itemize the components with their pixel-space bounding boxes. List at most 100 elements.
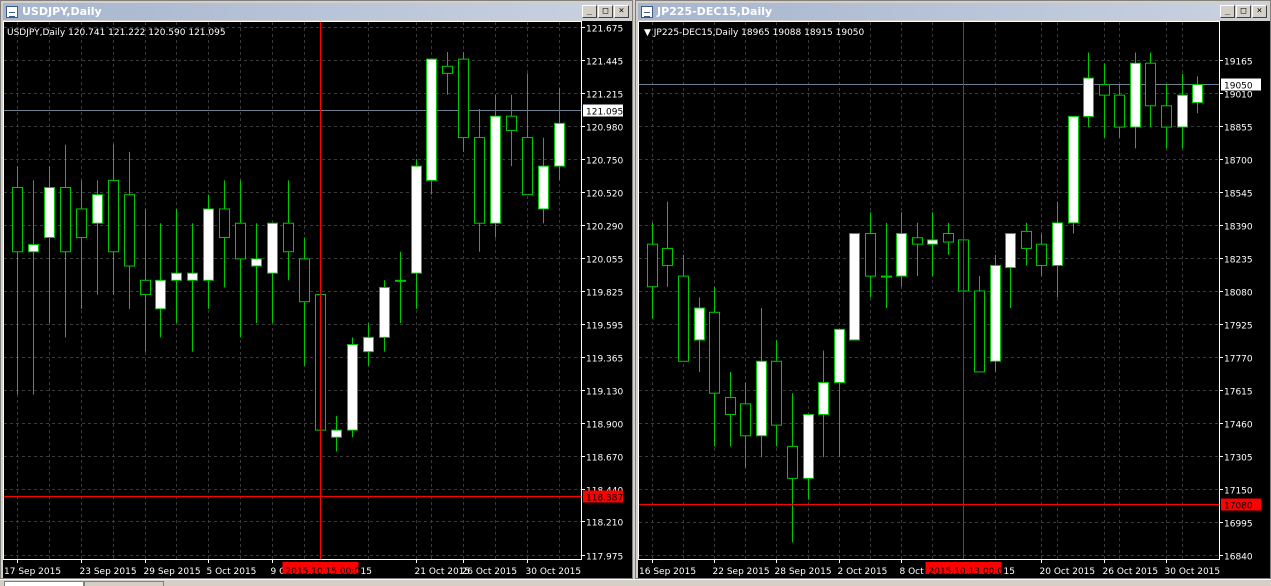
candle-body [219, 208, 230, 238]
price-tick-label: 19010 [1224, 91, 1253, 101]
price-tick-label: 17770 [1224, 355, 1253, 365]
candle-body [896, 233, 907, 277]
candle-body [1052, 222, 1063, 266]
candle-body [818, 382, 829, 415]
candle-body [283, 222, 294, 253]
candle-body [943, 233, 954, 243]
price-tick-label: 121.445 [586, 58, 623, 68]
price-tick-label: 17615 [1224, 388, 1253, 398]
time-tick-label: 23 Sep 2015 [80, 567, 137, 577]
price-tick-label: 18855 [1224, 124, 1253, 134]
candle-body [108, 179, 119, 253]
jp225-chart[interactable]: 19165 19010 18855 18700 18545 18390 18235 18080… [638, 21, 1270, 578]
candle-body [740, 403, 751, 437]
cross-time-label: 2015.10.15 00:00 [286, 567, 367, 577]
price-tick-label: 118.900 [586, 421, 623, 431]
cross-time-suffix: 15 [1004, 567, 1015, 577]
usdjpy-chart[interactable]: 121.675 121.445 121.215 120.980 120.750 120.5… [3, 21, 632, 578]
price-tick-label: 119.365 [586, 355, 623, 365]
price-tick-label: 121.215 [586, 91, 623, 101]
candle-body [803, 413, 814, 479]
candle-body [1145, 62, 1156, 107]
price-tick-label: 17925 [1224, 322, 1253, 332]
candle-body [442, 65, 453, 74]
current-price-label: 121.095 [586, 108, 623, 118]
candle-body [1021, 230, 1032, 249]
candle-body [1036, 243, 1047, 266]
window-title: USDJPY,Daily [22, 5, 102, 18]
price-tick-label: 19165 [1224, 58, 1253, 68]
window-tab[interactable] [84, 581, 164, 586]
price-tick-label: 120.980 [586, 124, 623, 134]
candle-body [28, 244, 39, 253]
price-tick-label: 118.670 [586, 454, 623, 464]
usdjpy-titlebar[interactable]: USDJPY,Daily _ □ × [3, 3, 630, 20]
jp225-titlebar[interactable]: JP225-DEC15,Daily _ □ × [638, 3, 1268, 20]
candle-body [662, 247, 673, 266]
maximize-button[interactable]: □ [1236, 5, 1251, 18]
time-tick-label: 22 Sep 2015 [713, 567, 770, 577]
minimize-button[interactable]: _ [582, 5, 597, 18]
price-tick-label: 119.825 [586, 289, 623, 299]
price-tick-label: 17305 [1224, 454, 1253, 464]
candle-body [299, 258, 310, 303]
candle-body [44, 187, 55, 238]
price-tick-label: 18080 [1224, 289, 1253, 299]
price-tick-label: 16840 [1224, 553, 1253, 563]
candle-body [458, 58, 469, 139]
price-tick-label: 18700 [1224, 157, 1253, 167]
cross-price-label: 118.387 [586, 494, 623, 504]
time-tick-label: 30 Oct 2015 [526, 567, 582, 577]
candle-body [363, 336, 374, 353]
candle-body [1161, 105, 1172, 128]
candle-body [426, 58, 437, 181]
time-tick-label: 28 Sep 2015 [775, 567, 832, 577]
candle-body [756, 360, 767, 437]
candle-body [490, 115, 501, 224]
close-button[interactable]: × [614, 5, 629, 18]
jp225-window[interactable]: JP225-DEC15,Daily _ □ × 19165 19010 18855 1… [635, 0, 1271, 579]
candle-body [974, 290, 985, 373]
candle-body [251, 258, 262, 267]
candle-body [865, 233, 876, 277]
maximize-button[interactable]: □ [598, 5, 613, 18]
cross-time-label: 2015.10.13 00:00 [929, 567, 1010, 577]
price-tick-label: 121.675 [586, 25, 623, 35]
time-tick-label: 16 Sep 2015 [639, 567, 696, 577]
chart-window-icon [6, 5, 18, 18]
candle-body [881, 275, 892, 278]
cross-time-suffix: 15 [361, 567, 372, 577]
price-tick-label: 18390 [1224, 223, 1253, 233]
candle-body [12, 187, 23, 253]
price-tick-label: 117.975 [586, 553, 623, 563]
minimize-button[interactable]: _ [1220, 5, 1235, 18]
price-tick-label: 120.520 [586, 190, 623, 200]
window-title: JP225-DEC15,Daily [657, 5, 773, 18]
candle-body [912, 237, 923, 245]
candle-body [927, 239, 938, 245]
candle-body [171, 272, 182, 281]
candle-body [787, 445, 798, 479]
time-tick-label: 26 Oct 2015 [462, 567, 518, 577]
price-tick-label: 119.595 [586, 322, 623, 332]
close-button[interactable]: × [1252, 5, 1267, 18]
candle-body [1083, 77, 1094, 117]
candle-body [203, 208, 214, 281]
candle-body [187, 272, 198, 281]
candle-body [395, 279, 406, 282]
price-tick-label: 16995 [1224, 520, 1253, 530]
price-tick-label: 120.055 [586, 256, 623, 266]
price-tick-label: 17150 [1224, 487, 1253, 497]
candle-body [347, 344, 358, 431]
usdjpy-window[interactable]: USDJPY,Daily _ □ × 121.675 121.445 121.215… [0, 0, 633, 579]
price-tick-label: 17460 [1224, 421, 1253, 431]
candle-body [140, 279, 151, 296]
chart-background [638, 21, 1270, 578]
window-tab[interactable] [4, 581, 84, 586]
price-tick-label: 120.750 [586, 157, 623, 167]
price-tick-label: 119.130 [586, 388, 623, 398]
candle-body [379, 286, 390, 338]
time-tick-label: 8 Oct [900, 567, 925, 577]
candle-body [76, 208, 87, 238]
candle-body [331, 429, 342, 438]
